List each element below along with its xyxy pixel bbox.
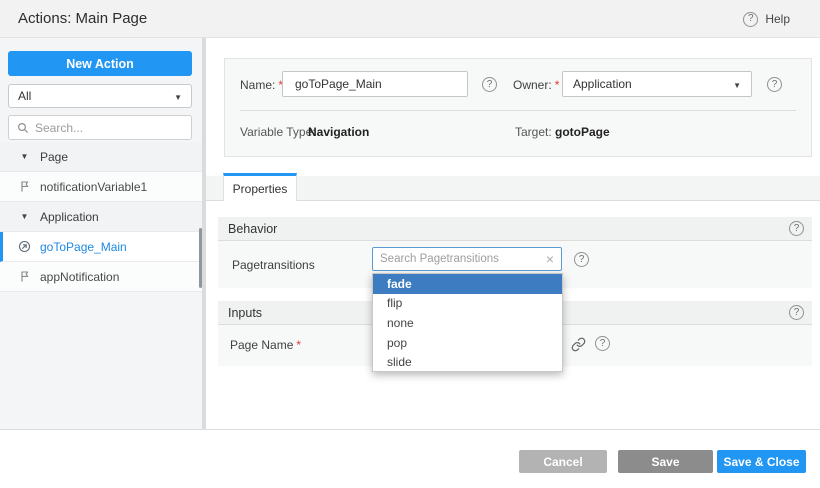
variable-type-label: Variable Type:: [240, 125, 316, 139]
inputs-help-icon[interactable]: [789, 305, 804, 320]
help-icon[interactable]: [743, 12, 758, 27]
pagetransitions-dropdown-list: fade flip none pop slide: [372, 273, 563, 372]
tab-properties[interactable]: Properties: [223, 173, 297, 201]
header-bar: Actions: Main Page Help: [0, 0, 820, 38]
help-button[interactable]: Help: [743, 0, 790, 38]
tree-item-appnotification[interactable]: appNotification: [0, 262, 202, 292]
page-name-help-icon[interactable]: [595, 336, 610, 351]
dropdown-option-pop[interactable]: pop: [373, 333, 562, 353]
new-action-button[interactable]: New Action: [8, 51, 192, 76]
actions-tree: Page notificationVariable1 Application: [0, 142, 202, 292]
chevron-down-icon: [174, 89, 182, 103]
flag-icon: [18, 180, 31, 193]
cancel-button[interactable]: Cancel: [519, 450, 607, 473]
owner-label: Owner:*: [513, 78, 559, 92]
owner-dropdown[interactable]: Application: [562, 71, 752, 97]
tree-item-label: goToPage_Main: [40, 240, 127, 254]
tree-group-label: Page: [40, 150, 68, 164]
owner-dropdown-value: Application: [573, 77, 632, 91]
dropdown-option-fade[interactable]: fade: [373, 274, 562, 294]
filter-dropdown-value: All: [18, 89, 31, 103]
owner-help-icon[interactable]: [767, 77, 782, 92]
inputs-section-title: Inputs: [228, 306, 262, 320]
flag-icon: [18, 270, 31, 283]
target-value: gotoPage: [555, 125, 610, 139]
behavior-help-icon[interactable]: [789, 221, 804, 236]
tab-bar: [206, 176, 820, 201]
tree-group-application[interactable]: Application: [0, 202, 202, 232]
tree-group-page[interactable]: Page: [0, 142, 202, 172]
help-label[interactable]: Help: [765, 12, 790, 26]
pagetransitions-label: Pagetransitions: [232, 258, 315, 272]
bind-link-icon[interactable]: [571, 337, 586, 352]
tree-item-gotopage-main[interactable]: goToPage_Main: [0, 232, 202, 262]
pagetransitions-search-input[interactable]: [380, 253, 546, 265]
required-asterisk: *: [296, 338, 301, 352]
dropdown-option-none[interactable]: none: [373, 313, 562, 333]
tree-group-label: Application: [40, 210, 99, 224]
navigation-icon: [18, 240, 31, 253]
target-label: Target:: [515, 125, 552, 139]
pagetransitions-help-icon[interactable]: [574, 252, 589, 267]
filter-dropdown[interactable]: All: [8, 84, 192, 108]
clear-icon[interactable]: [546, 252, 554, 266]
footer-bar: Cancel Save Save & Close: [0, 430, 820, 488]
page-name-label: Page Name*: [230, 338, 301, 352]
pagetransitions-combobox[interactable]: [372, 247, 562, 271]
name-field[interactable]: [282, 71, 468, 97]
name-help-icon[interactable]: [482, 77, 497, 92]
dropdown-option-flip[interactable]: flip: [373, 294, 562, 314]
variable-type-value: Navigation: [308, 125, 369, 139]
tree-item-label: notificationVariable1: [40, 180, 147, 194]
behavior-section-title: Behavior: [228, 222, 277, 236]
sidebar-search[interactable]: [8, 115, 192, 140]
name-label: Name:*: [240, 78, 283, 92]
save-button[interactable]: Save: [618, 450, 713, 473]
collapse-arrow-icon[interactable]: [18, 212, 31, 221]
tab-label: Properties: [233, 182, 288, 196]
behavior-section-header: Behavior: [218, 217, 812, 241]
panel-divider: [240, 110, 796, 111]
actions-editor-window: Actions: Main Page Help New Action All P…: [0, 0, 820, 488]
save-and-close-button[interactable]: Save & Close: [717, 450, 806, 473]
page-title: Actions: Main Page: [18, 0, 147, 38]
chevron-down-icon: [733, 77, 741, 91]
required-asterisk: *: [555, 78, 560, 92]
tree-item-notificationvariable1[interactable]: notificationVariable1: [0, 172, 202, 202]
search-icon: [17, 122, 29, 134]
dropdown-option-slide[interactable]: slide: [373, 352, 562, 372]
collapse-arrow-icon[interactable]: [18, 152, 31, 161]
actions-sidebar: New Action All Page: [0, 38, 202, 429]
search-input[interactable]: [35, 121, 183, 135]
tree-item-label: appNotification: [40, 270, 119, 284]
